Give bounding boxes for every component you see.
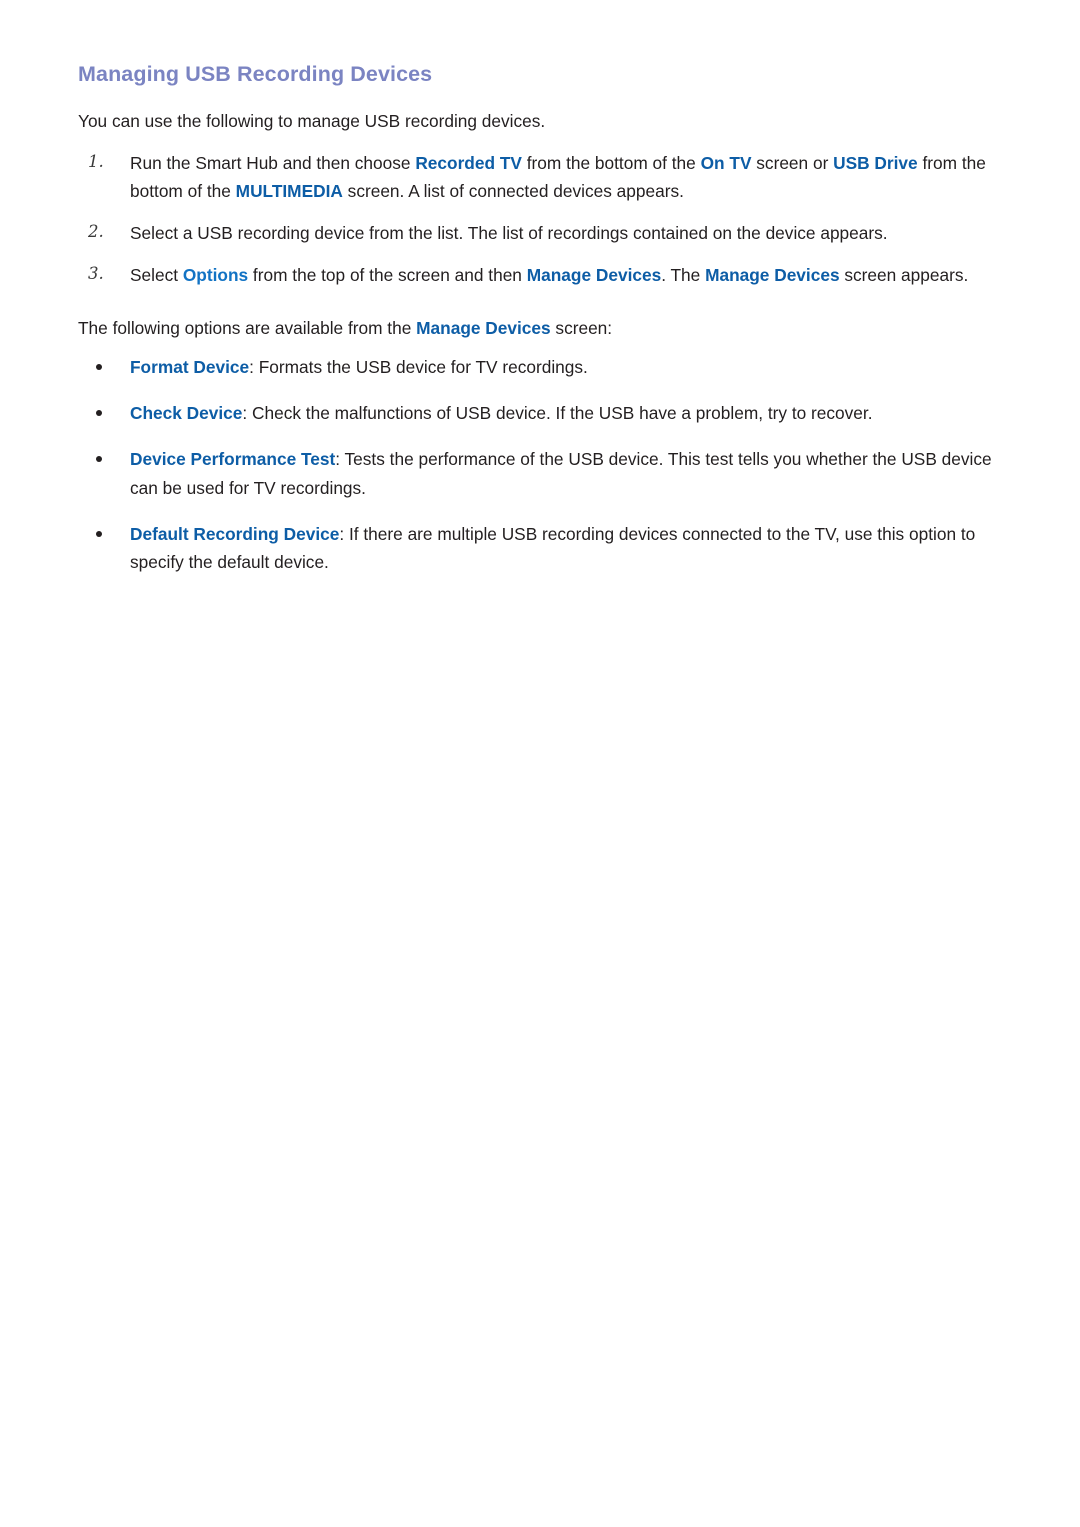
numbered-step: 3. Select Options from the top of the scr… [78, 261, 1008, 289]
highlighted-term: MULTIMEDIA [235, 180, 343, 201]
text-run: screen: [550, 317, 613, 338]
step-text: Select a USB recording device from the l… [130, 223, 888, 243]
option-separator: : [242, 403, 253, 424]
option-term: Check Device [130, 403, 243, 424]
highlighted-term: Manage Devices [705, 264, 840, 285]
option-term: Device Performance Test [130, 449, 336, 470]
option-list-item: Default Recording Device: If there are m… [78, 520, 1008, 576]
options-bullet-list: Format Device: Formats the USB device fo… [78, 353, 1008, 575]
highlighted-term: Options [182, 264, 249, 285]
option-list-item: Format Device: Formats the USB device fo… [78, 353, 1008, 381]
option-term: Default Recording Device [130, 523, 340, 544]
option-description: Check the malfunctions of USB device. If… [252, 403, 873, 424]
bullet-dot-icon [96, 364, 102, 371]
option-separator: : [339, 523, 349, 544]
document-page: Managing USB Recording Devices You can u… [0, 0, 1080, 1527]
options-lead-paragraph: The following options are available from… [78, 315, 1008, 342]
text-run: from the bottom of the [521, 152, 701, 173]
highlighted-term: Manage Devices [526, 264, 662, 285]
text-run: The following options are available from… [78, 317, 417, 338]
option-list-item: Check Device: Check the malfunctions of … [78, 399, 1008, 427]
text-run: Select [130, 264, 183, 285]
text-run: from the top of the screen and then [248, 264, 527, 285]
numbered-step: 2. Select a USB recording device from the… [78, 219, 1008, 247]
option-list-item: Device Performance Test: Tests the perfo… [78, 445, 1008, 501]
highlighted-term: Manage Devices [416, 317, 551, 338]
step-text: Select Options from the top of the scree… [130, 265, 968, 285]
text-run: screen appears. [839, 264, 969, 285]
highlighted-term: On TV [700, 152, 752, 173]
page-title: Managing USB Recording Devices [78, 62, 433, 86]
step-number: 1. [88, 151, 104, 171]
highlighted-term: Recorded TV [415, 152, 522, 173]
step-number: 2. [88, 221, 104, 241]
text-run: . The [661, 264, 706, 285]
option-description: Formats the USB device for TV recordings… [258, 357, 588, 378]
highlighted-term: USB Drive [833, 152, 918, 173]
numbered-step: 1. Run the Smart Hub and then choose Reco… [78, 149, 1008, 205]
step-text: Run the Smart Hub and then choose Record… [130, 153, 986, 201]
bullet-dot-icon [96, 410, 102, 417]
option-separator: : [249, 357, 259, 378]
intro-paragraph: You can use the following to manage USB … [78, 110, 546, 131]
text-run: Select a USB recording device from the l… [130, 222, 888, 243]
option-separator: : [335, 449, 345, 470]
text-run: screen. A list of connected devices appe… [342, 180, 684, 201]
bullet-dot-icon [96, 456, 102, 463]
text-run: screen or [751, 152, 834, 173]
text-run: Run the Smart Hub and then choose [130, 152, 416, 173]
option-term: Format Device [130, 357, 250, 378]
numbered-steps-list: 1. Run the Smart Hub and then choose Reco… [78, 149, 1008, 289]
bullet-dot-icon [96, 530, 102, 537]
step-number: 3. [88, 263, 104, 283]
